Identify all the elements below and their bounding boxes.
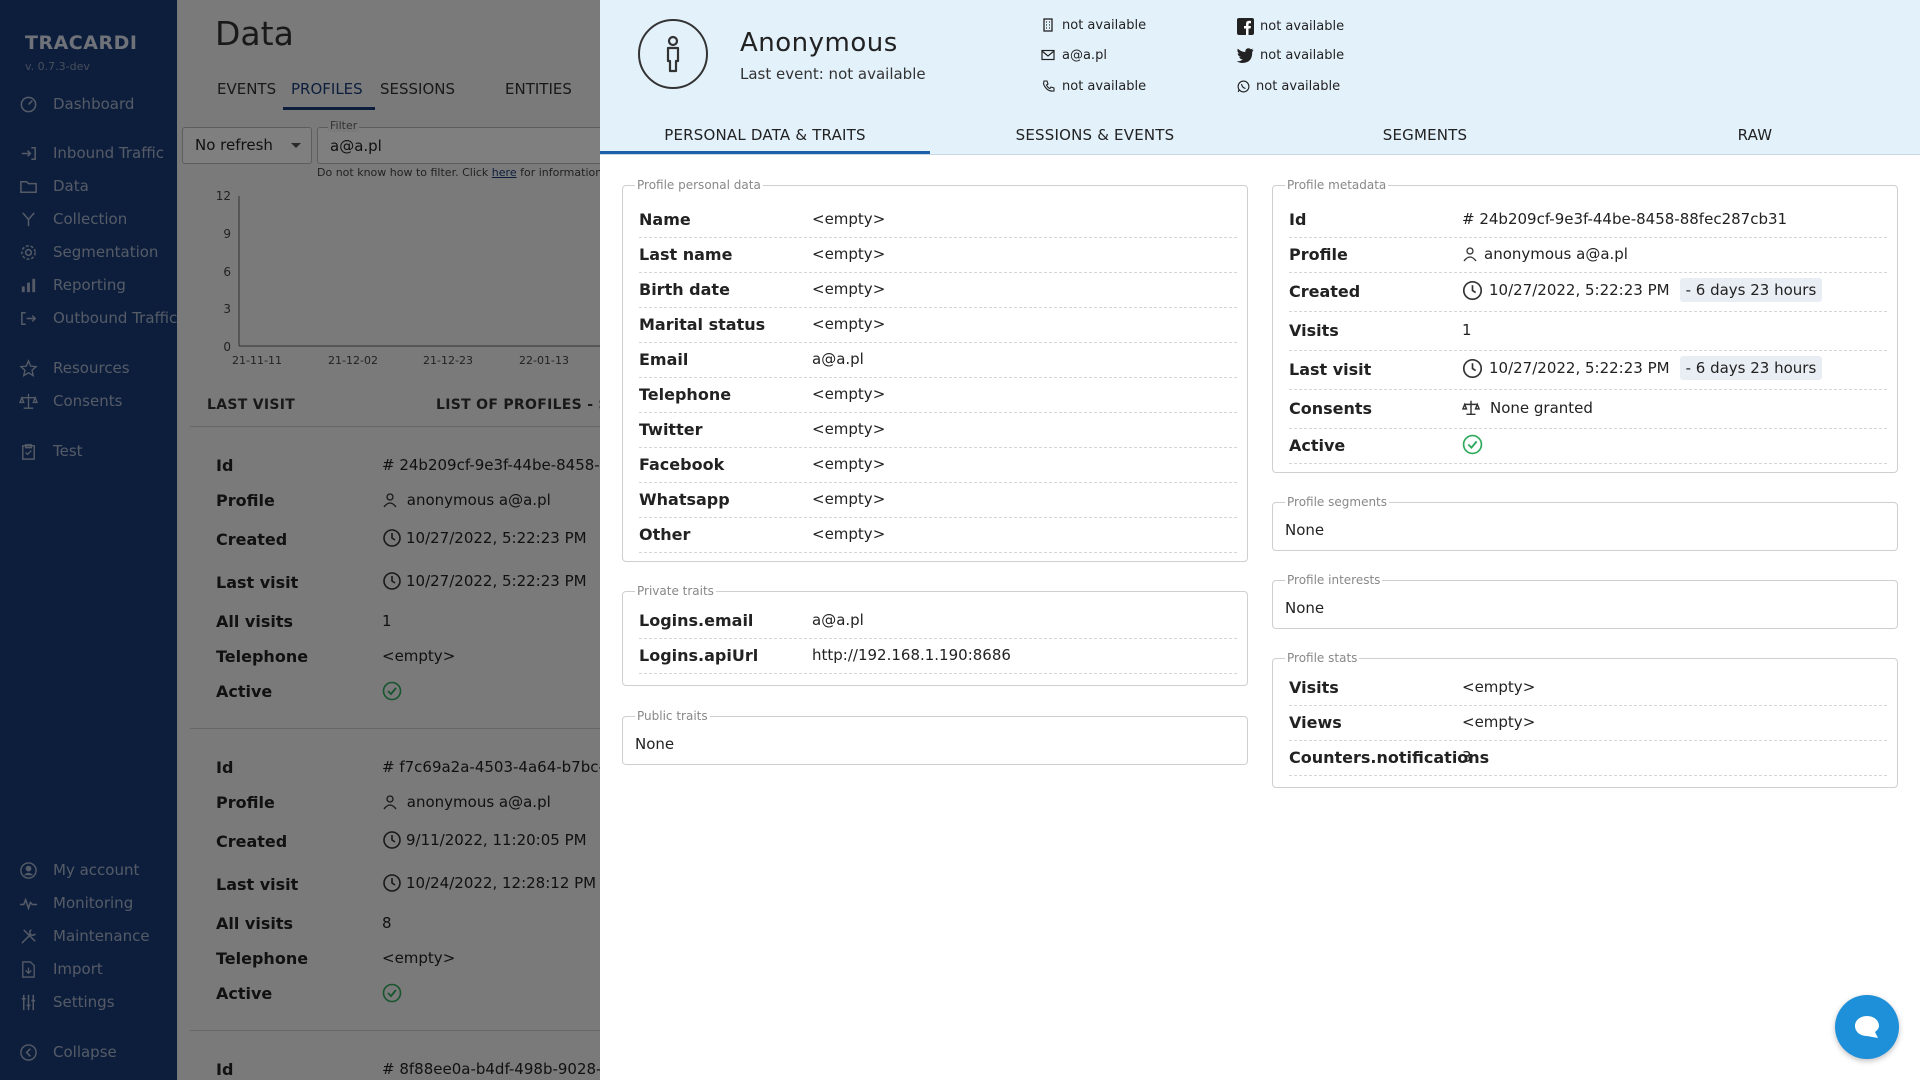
user-icon [1462, 246, 1478, 262]
metadata-row-last-visit: Last visit 10/27/2022, 5:22:23 PM - 6 days… [1289, 350, 1887, 390]
personal-row: Name <empty> [639, 202, 1237, 238]
stats-row: Counters.notifications 3 [1289, 740, 1887, 776]
clock-icon [1462, 358, 1483, 379]
panel-legend: Profile stats [1285, 651, 1360, 665]
mail-icon [1040, 47, 1056, 63]
panel-legend: Private traits [635, 584, 716, 598]
metadata-row-consents: Consents None granted [1289, 389, 1887, 429]
twitter-icon [1236, 47, 1254, 63]
tab-sessions-events[interactable]: SESSIONS & EVENTS [930, 126, 1260, 154]
stats-row: Views <empty> [1289, 705, 1887, 741]
personal-row: Last name <empty> [639, 237, 1237, 273]
personal-row: Email a@a.pl [639, 342, 1237, 378]
stats-row: Visits <empty> [1289, 670, 1887, 706]
metadata-row-profile: Profile anonymous a@a.pl [1289, 237, 1887, 273]
metadata-row-visits: Visits 1 [1289, 311, 1887, 351]
segments-value: None [1285, 521, 1325, 539]
personal-row: Facebook <empty> [639, 447, 1237, 483]
tab-personal-data[interactable]: PERSONAL DATA & TRAITS [600, 126, 930, 154]
metadata-row-active: Active [1289, 428, 1887, 464]
public-traits-panel: Public traits None [622, 709, 1248, 765]
metadata-row-created: Created 10/27/2022, 5:22:23 PM - 6 days 23… [1289, 272, 1887, 312]
phone-call-icon [1040, 78, 1056, 94]
created-ago-badge: - 6 days 23 hours [1679, 278, 1823, 302]
last-visit-ago-badge: - 6 days 23 hours [1679, 356, 1823, 380]
personal-row: Birth date <empty> [639, 272, 1237, 308]
chat-button[interactable] [1835, 995, 1899, 1059]
panel-legend: Profile interests [1285, 573, 1383, 587]
panel-legend: Profile metadata [1285, 178, 1389, 192]
profile-metadata-panel: Profile metadata Id # 24b209cf-9e3f-44be-… [1272, 178, 1898, 473]
panel-legend: Public traits [635, 709, 710, 723]
chat-bubble-icon [1855, 1016, 1879, 1038]
whatsapp-icon [1236, 78, 1250, 94]
personal-row: Whatsapp <empty> [639, 482, 1237, 518]
private-trait-row: Logins.email a@a.pl [639, 603, 1237, 639]
profile-header: Anonymous Last event: not available not … [600, 0, 1920, 155]
private-trait-row: Logins.apiUrl http://192.168.1.190:8686 [639, 638, 1237, 674]
profile-title: Anonymous [740, 28, 898, 58]
active-status [1462, 434, 1483, 455]
public-traits-value: None [635, 735, 675, 753]
personal-row: Telephone <empty> [639, 377, 1237, 413]
contact-twitter: not available [1236, 47, 1344, 63]
contact-mobile: not available [1040, 78, 1146, 94]
profile-segments-panel: Profile segments None [1272, 495, 1898, 551]
profile-interests-panel: Profile interests None [1272, 573, 1898, 629]
panel-legend: Profile segments [1285, 495, 1390, 509]
metadata-row-id: Id # 24b209cf-9e3f-44be-8458-88fec287cb31 [1289, 202, 1887, 238]
divider [600, 154, 1920, 155]
clock-icon [1462, 280, 1483, 301]
personal-row: Other <empty> [639, 517, 1237, 553]
contact-whatsapp: not available [1236, 78, 1340, 94]
modal-backdrop[interactable] [0, 0, 600, 1080]
private-traits-panel: Private traits Logins.email a@a.pl Logins… [622, 584, 1248, 686]
panel-legend: Profile personal data [635, 178, 763, 192]
interests-value: None [1285, 599, 1325, 617]
profile-stats-panel: Profile stats Visits <empty> Views <empty>… [1272, 651, 1898, 788]
personal-data-panel: Profile personal data Name <empty> Last n… [622, 178, 1248, 562]
profile-id-value[interactable]: # 24b209cf-9e3f-44be-8458-88fec287cb31 [1462, 210, 1787, 228]
last-event: Last event: not available [740, 65, 926, 83]
scale-icon [1462, 399, 1480, 417]
personal-row: Marital status <empty> [639, 307, 1237, 343]
avatar [638, 19, 708, 89]
facebook-icon [1236, 17, 1254, 35]
contact-phone: not available [1040, 17, 1146, 33]
contact-facebook: not available [1236, 17, 1344, 35]
phone-icon [1040, 17, 1056, 33]
personal-row: Twitter <empty> [639, 412, 1237, 448]
check-circle-icon [1462, 434, 1483, 455]
tab-raw[interactable]: RAW [1590, 126, 1920, 154]
person-icon [666, 35, 680, 73]
profile-details-drawer: Anonymous Last event: not available not … [600, 0, 1920, 1080]
contact-email: a@a.pl [1040, 47, 1107, 63]
tab-segments[interactable]: SEGMENTS [1260, 126, 1590, 154]
